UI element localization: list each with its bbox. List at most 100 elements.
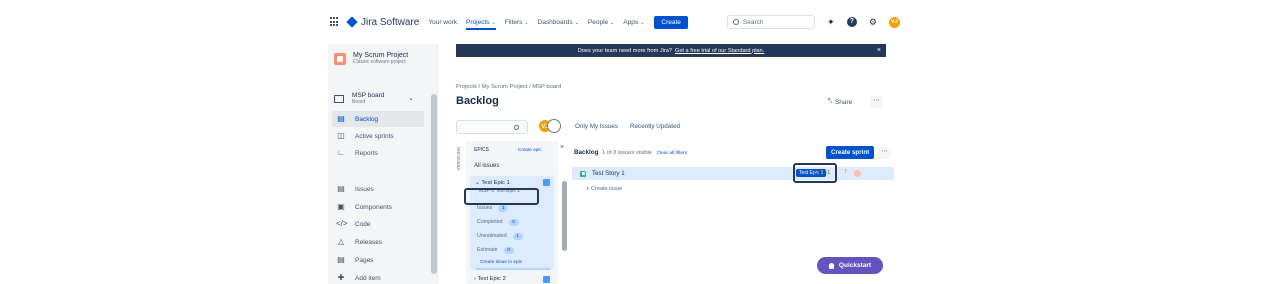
sidebar-item-label: Active sprints xyxy=(355,132,394,140)
board-name: MSP board xyxy=(352,92,385,99)
sidebar-item-label: Backlog xyxy=(355,115,379,123)
lightbulb-icon xyxy=(828,262,834,269)
sidebar-item-label: Reports xyxy=(355,149,378,157)
stat-label: Completed xyxy=(477,219,503,225)
priority-high-icon: ↑ xyxy=(844,168,848,175)
clear-filters-link[interactable]: Clear all filters xyxy=(657,151,687,156)
sidebar-item-code[interactable]: </> Code xyxy=(332,216,424,232)
sidebar-item-label: Code xyxy=(355,220,371,228)
profile-avatar[interactable]: VJ xyxy=(888,16,900,28)
stat-count: 0 xyxy=(508,219,519,226)
backlog-more-button[interactable]: ⋯ xyxy=(878,147,891,159)
nav-your-work[interactable]: Your work xyxy=(428,19,457,26)
sidebar-item-pages[interactable]: ▤ Pages xyxy=(332,252,424,268)
epic-stat-completed: Completed 0 xyxy=(477,219,519,226)
sidebar-item-add-item[interactable]: ✚ Add item xyxy=(332,270,424,284)
nav-filters[interactable]: Filters ⌄ xyxy=(505,19,529,26)
sidebar-item-components[interactable]: ▣ Components xyxy=(332,199,424,215)
stat-label: Issues xyxy=(477,205,493,211)
highlight-epic-tag xyxy=(793,163,837,183)
close-icon[interactable]: × xyxy=(877,47,881,54)
search-input[interactable]: Search xyxy=(726,15,815,29)
project-sidebar: My Scrum Project Classic software projec… xyxy=(328,44,438,284)
components-icon: ▣ xyxy=(337,202,345,211)
recently-updated-filter[interactable]: Recently Updated xyxy=(630,123,680,130)
add-item-icon: ✚ xyxy=(337,273,345,282)
more-actions-button[interactable]: ⋯ xyxy=(870,96,883,108)
project-avatar-icon xyxy=(334,52,346,65)
jira-window: Jira Software Your work Projects ⌄ Filter… xyxy=(328,8,914,284)
backlog-search-input[interactable] xyxy=(456,120,528,134)
versions-tab[interactable]: VERSIONS xyxy=(456,147,464,170)
chevron-down-icon: ⌄ xyxy=(524,19,529,26)
settings-gear-icon[interactable]: ⚙ xyxy=(868,17,878,28)
share-label: Share xyxy=(834,98,853,106)
notifications-icon[interactable]: ✦ xyxy=(826,17,836,28)
chevron-down-icon: ⌄ xyxy=(574,19,579,26)
issues-icon: ▤ xyxy=(337,184,345,193)
issue-row[interactable]: Test Story 1 Test Epic 1 MSP-1 ↑ xyxy=(572,167,894,180)
chevron-down-icon: ⌄ xyxy=(408,96,414,102)
epic-stat-unestimated: Unestimated 1 xyxy=(477,233,523,240)
app-switcher-icon[interactable] xyxy=(330,17,340,27)
stat-label: Estimate xyxy=(477,247,498,253)
nav-people[interactable]: People ⌄ xyxy=(588,19,614,26)
nav-apps[interactable]: Apps ⌄ xyxy=(623,19,644,26)
sidebar-item-releases[interactable]: △ Releases xyxy=(332,234,424,250)
only-my-issues-filter[interactable]: Only My Issues xyxy=(575,123,618,130)
unassigned-avatar[interactable] xyxy=(547,119,561,133)
banner-trial-link[interactable]: Get a free trial of our Standard plan. xyxy=(675,48,764,54)
quickstart-label: Quickstart xyxy=(838,262,872,269)
search-placeholder: Search xyxy=(742,18,764,26)
create-epic-link[interactable]: Create epic xyxy=(518,147,542,152)
sidebar-item-label: Releases xyxy=(355,238,383,246)
sidebar-item-label: Issues xyxy=(355,185,374,193)
epic-progress-bar xyxy=(476,268,550,270)
epic-item[interactable]: › Test Epic 2 xyxy=(474,276,506,282)
epics-header: EPICS xyxy=(474,147,490,153)
project-type: Classic software project xyxy=(353,59,406,65)
project-header[interactable]: My Scrum Project Classic software projec… xyxy=(334,52,408,65)
nav-label: Dashboards xyxy=(537,18,573,26)
sidebar-item-label: Components xyxy=(355,203,392,211)
nav-projects[interactable]: Projects ⌄ xyxy=(466,19,496,30)
sidebar-item-reports[interactable]: ∟ Reports xyxy=(332,145,424,161)
board-sub: Board xyxy=(352,99,366,105)
epic-title-text: Test Epic 1 xyxy=(481,180,510,186)
epic-color-menu-icon[interactable] xyxy=(543,276,550,283)
search-icon xyxy=(732,19,739,25)
sidebar-item-issues[interactable]: ▤ Issues xyxy=(332,181,424,197)
help-icon[interactable]: ? xyxy=(846,17,857,27)
releases-icon: △ xyxy=(337,237,345,246)
epic-stat-estimate: Estimate 0 xyxy=(477,247,514,254)
nav-dashboards[interactable]: Dashboards ⌄ xyxy=(538,19,579,26)
sprints-icon: ◫ xyxy=(337,131,345,140)
search-icon xyxy=(514,125,519,130)
create-sprint-button[interactable]: Create sprint xyxy=(826,146,875,159)
epic-title-text: Test Epic 2 xyxy=(477,276,506,282)
stat-count: 0 xyxy=(503,247,514,254)
create-issue-in-epic-link[interactable]: Create issue in epic xyxy=(480,260,522,265)
sidebar-item-label: Add item xyxy=(355,274,381,282)
nav-label: People xyxy=(587,18,609,26)
create-issue-link[interactable]: + Create issue xyxy=(586,186,622,192)
breadcrumb[interactable]: Projects / My Scrum Project / MSP board xyxy=(456,84,561,90)
all-issues-item[interactable]: All issues xyxy=(474,163,499,169)
quickstart-button[interactable]: Quickstart xyxy=(817,257,883,274)
epic-color-menu-icon[interactable] xyxy=(543,179,550,186)
create-button[interactable]: Create xyxy=(654,15,688,29)
stat-count: 1 xyxy=(512,233,523,240)
sidebar-scrollbar[interactable] xyxy=(431,94,437,274)
epics-scrollbar[interactable] xyxy=(562,181,567,251)
chevron-down-icon: ⌄ xyxy=(610,19,615,26)
assignee-avatar[interactable] xyxy=(854,170,861,177)
sidebar-item-backlog[interactable]: ▤ Backlog xyxy=(332,111,424,127)
close-icon[interactable]: × xyxy=(560,144,564,151)
share-button[interactable]: ⤣ Share xyxy=(828,98,852,106)
sidebar-item-active-sprints[interactable]: ◫ Active sprints xyxy=(332,128,424,144)
pages-icon: ▤ xyxy=(337,255,345,264)
backlog-title: Backlog xyxy=(574,149,599,156)
top-navigation: Jira Software Your work Projects ⌄ Filter… xyxy=(328,8,914,36)
board-selector[interactable]: MSP board Board ⌄ xyxy=(334,92,413,105)
jira-logo[interactable]: Jira Software xyxy=(346,16,419,28)
